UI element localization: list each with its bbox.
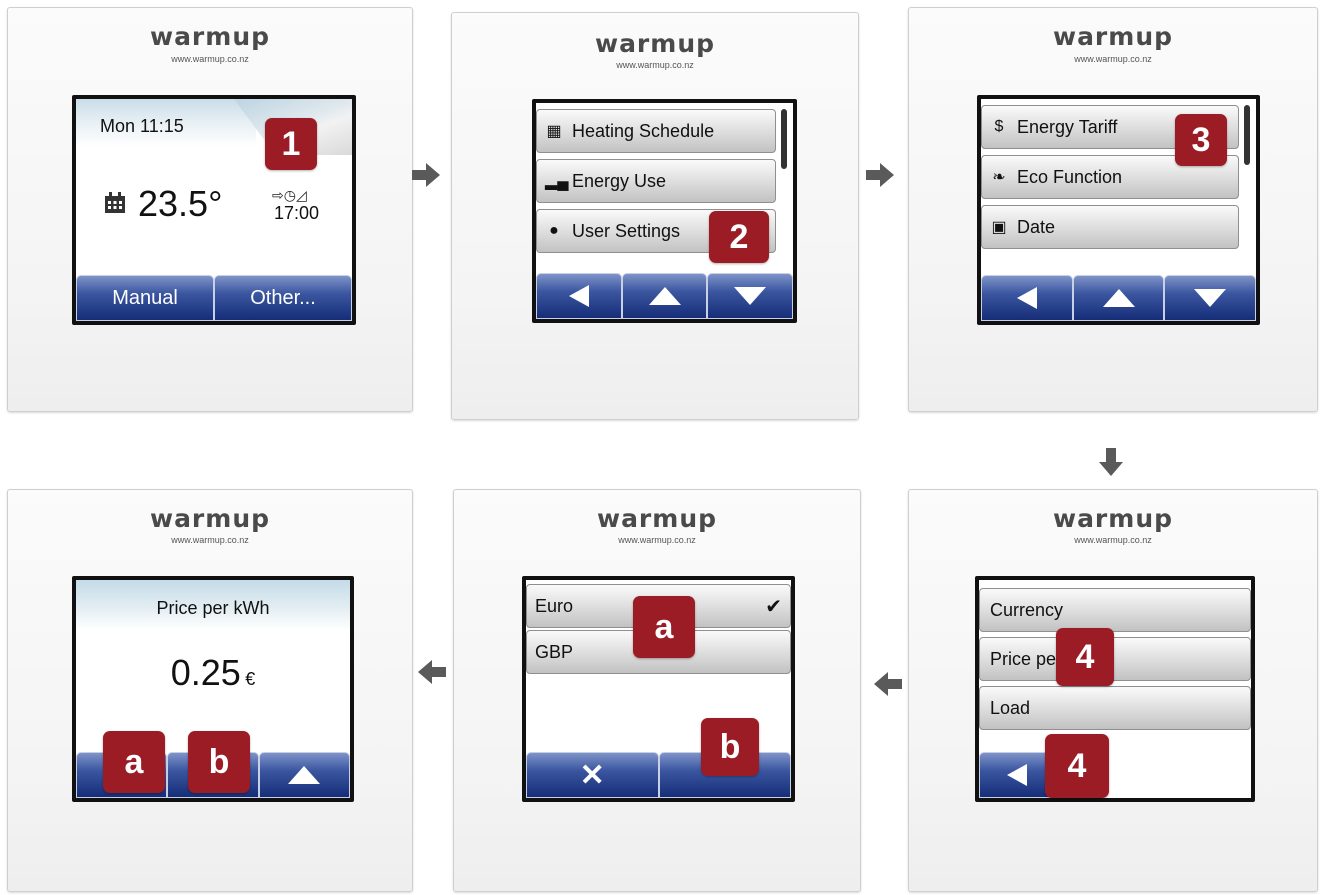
current-temperature: 23.5°: [138, 183, 223, 224]
back-button[interactable]: [981, 275, 1073, 321]
up-arrow-icon: [648, 287, 681, 305]
step-badge-b: b: [188, 731, 250, 793]
up-button[interactable]: [621, 273, 708, 319]
step-badge-a: a: [633, 596, 695, 658]
dollar-coin-icon: $: [994, 118, 1004, 135]
up-button[interactable]: [258, 752, 350, 798]
currency-unit: €: [245, 669, 256, 689]
brand-logo: warmup: [149, 22, 271, 51]
cancel-button[interactable]: ✕: [526, 752, 659, 798]
manual-button[interactable]: Manual: [76, 275, 214, 321]
arrow-right-icon: [412, 163, 440, 187]
calendar-icon: ▦: [546, 123, 562, 140]
brand-url: www.warmup.co.nz: [171, 535, 249, 545]
brand-logo: warmup: [149, 504, 271, 533]
menu-item-heating-schedule[interactable]: ▦ Heating Schedule: [536, 109, 776, 153]
checkmark-icon: ✔: [765, 595, 782, 618]
calendar-icon: [104, 192, 126, 213]
thermostat-panel-3: warmup www.warmup.co.nz $ Energy Tariff ❧…: [908, 7, 1318, 412]
close-icon: ✕: [579, 758, 605, 792]
thermostat-panel-4: warmup www.warmup.co.nz Currency Price p…: [908, 489, 1318, 892]
bar-chart-icon: ▂▄: [545, 173, 569, 190]
schedule-icons: ⇨◷◿: [272, 187, 307, 203]
thermostat-screen: Currency Price per Load: [975, 576, 1255, 802]
thermostat-panel-6: warmup www.warmup.co.nz Price per kWh 0.…: [7, 489, 413, 892]
thermostat-panel-2: warmup www.warmup.co.nz ▦ Heating Schedul…: [451, 12, 859, 420]
arrow-right-icon: [866, 163, 894, 187]
left-arrow-icon: [568, 285, 589, 307]
scrollbar[interactable]: [1244, 105, 1250, 165]
page-title: Price per kWh: [156, 598, 270, 618]
user-icon: ●: [549, 222, 559, 239]
step-badge-3: 3: [1175, 114, 1227, 166]
up-button[interactable]: [1072, 275, 1165, 321]
brand-url: www.warmup.co.nz: [616, 60, 694, 70]
down-arrow-icon: [1194, 289, 1227, 307]
day-time: Mon 11:15: [100, 116, 184, 136]
back-button[interactable]: [536, 273, 622, 319]
brand-logo: warmup: [1052, 504, 1174, 533]
brand-url: www.warmup.co.nz: [171, 54, 249, 64]
price-value: 0.25: [170, 652, 241, 693]
brand-logo: warmup: [594, 29, 716, 58]
brand-url: www.warmup.co.nz: [1074, 54, 1152, 64]
next-schedule-time: 17:00: [274, 203, 320, 223]
down-button[interactable]: [1164, 275, 1256, 321]
down-arrow-icon: [734, 287, 767, 305]
back-button[interactable]: [979, 752, 1055, 798]
up-arrow-icon: [1102, 289, 1135, 307]
scrollbar[interactable]: [781, 109, 787, 169]
left-arrow-icon: [1007, 764, 1027, 786]
step-badge-b: b: [701, 718, 759, 776]
other-button[interactable]: Other...: [214, 275, 352, 321]
step-badge-1: 1: [265, 118, 317, 170]
arrow-down-icon: [1099, 448, 1123, 476]
brand-logo: warmup: [1052, 22, 1174, 51]
menu-item-price-per[interactable]: Price per: [979, 637, 1251, 681]
up-arrow-icon: [288, 766, 321, 784]
arrow-left-icon: [874, 672, 902, 696]
left-arrow-icon: [1016, 287, 1037, 309]
down-button[interactable]: [707, 273, 793, 319]
menu-item-currency[interactable]: Currency: [979, 588, 1251, 632]
step-badge-4-back: 4: [1045, 734, 1109, 798]
brand-url: www.warmup.co.nz: [1074, 535, 1152, 545]
price-value-display: 0.25 €: [76, 652, 350, 694]
menu-item-date[interactable]: ▣ Date: [981, 205, 1239, 249]
menu-item-energy-use[interactable]: ▂▄ Energy Use: [536, 159, 776, 203]
calendar-date-icon: ▣: [991, 219, 1007, 236]
thermostat-panel-5: warmup www.warmup.co.nz Euro ✔ GBP ✕ a b: [453, 489, 861, 892]
menu-item-load[interactable]: Load: [979, 686, 1251, 730]
leaf-icon: ❧: [992, 169, 1006, 186]
step-badge-a: a: [103, 731, 165, 793]
brand-logo: warmup: [596, 504, 718, 533]
arrow-left-icon: [418, 660, 446, 684]
brand-url: www.warmup.co.nz: [618, 535, 696, 545]
thermostat-panel-1: warmup www.warmup.co.nz Mon 11:15 23.5° …: [7, 7, 413, 412]
step-badge-4-menu: 4: [1056, 628, 1114, 686]
step-badge-2: 2: [709, 211, 769, 263]
